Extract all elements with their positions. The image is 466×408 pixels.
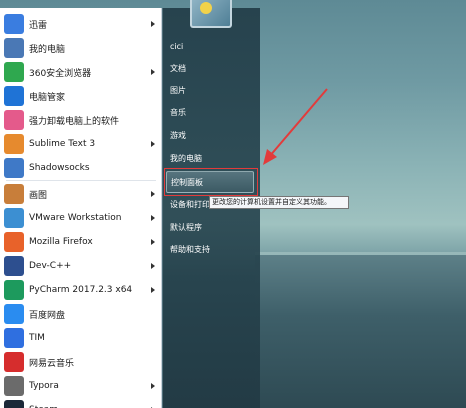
firefox-icon [4, 232, 24, 252]
program-item-pc-manager[interactable]: 电脑管家 [0, 84, 162, 108]
program-item-devcpp[interactable]: Dev-C++ [0, 254, 162, 278]
baidu-netdisk-icon [4, 304, 24, 324]
submenu-arrow-icon[interactable] [151, 21, 155, 27]
netease-music-icon [4, 352, 24, 372]
program-item-tim[interactable]: TIM [0, 326, 162, 350]
highlight-annotation-box [164, 168, 258, 196]
xunlei-icon [4, 14, 24, 34]
program-label: Mozilla Firefox [29, 237, 93, 247]
program-label: 百度网盘 [29, 310, 66, 321]
music-link[interactable]: 音乐 [170, 103, 254, 121]
program-item-baidu-netdisk[interactable]: 百度网盘 [0, 302, 162, 326]
devcpp-icon [4, 256, 24, 276]
computer-icon [4, 38, 24, 58]
games-link[interactable]: 游戏 [170, 126, 254, 144]
pictures-link[interactable]: 图片 [170, 81, 254, 99]
vmware-icon [4, 208, 24, 228]
submenu-arrow-icon[interactable] [151, 215, 155, 221]
submenu-arrow-icon[interactable] [151, 69, 155, 75]
submenu-arrow-icon[interactable] [151, 263, 155, 269]
documents-link[interactable]: 文档 [170, 59, 254, 77]
steam-icon [4, 400, 24, 408]
program-item-steam[interactable]: Steam [0, 398, 162, 408]
program-label: VMware Workstation [29, 213, 122, 223]
program-item-paint[interactable]: 画图 [0, 182, 162, 206]
program-label: Shadowsocks [29, 163, 90, 173]
submenu-arrow-icon[interactable] [151, 141, 155, 147]
default-programs-link[interactable]: 默认程序 [170, 218, 254, 236]
sublime-icon [4, 134, 24, 154]
program-item-sublime[interactable]: Sublime Text 3 [0, 132, 162, 156]
program-label: 迅雷 [29, 20, 48, 31]
user-picture[interactable] [190, 0, 232, 28]
pinned-divider [6, 180, 156, 181]
program-item-pycharm[interactable]: PyCharm 2017.2.3 x64 [0, 278, 162, 302]
program-item-vmware[interactable]: VMware Workstation [0, 206, 162, 230]
start-menu-programs-pane: 迅雷我的电脑 360安全浏览器 电脑管家强力卸载电脑上的软件 Sublime Text… [0, 8, 162, 408]
program-label: 画图 [29, 190, 48, 201]
program-label: TIM [29, 333, 45, 343]
program-item-computer[interactable]: 我的电脑 [0, 36, 162, 60]
program-item-uninstaller[interactable]: 强力卸载电脑上的软件 [0, 108, 162, 132]
program-label: 我的电脑 [29, 44, 66, 55]
program-item-shadowsocks[interactable]: Shadowsocks [0, 156, 162, 180]
pycharm-icon [4, 280, 24, 300]
computer-link[interactable]: 我的电脑 [170, 149, 254, 167]
uninstaller-icon [4, 110, 24, 130]
program-label: PyCharm 2017.2.3 x64 [29, 285, 133, 295]
tim-icon [4, 328, 24, 348]
program-item-netease-music[interactable]: 网易云音乐 [0, 350, 162, 374]
user-folder-link[interactable]: cici [170, 37, 254, 55]
program-item-xunlei[interactable]: 迅雷 [0, 12, 162, 36]
submenu-arrow-icon[interactable] [151, 191, 155, 197]
shadowsocks-icon [4, 158, 24, 178]
user-picture-sun-icon [200, 2, 212, 14]
program-label: 网易云音乐 [29, 358, 75, 369]
paint-icon [4, 184, 24, 204]
help-support-link[interactable]: 帮助和支持 [170, 240, 254, 258]
submenu-arrow-icon[interactable] [151, 287, 155, 293]
program-item-typora[interactable]: Typora [0, 374, 162, 398]
submenu-arrow-icon[interactable] [151, 239, 155, 245]
submenu-arrow-icon[interactable] [151, 383, 155, 389]
program-item-firefox[interactable]: Mozilla Firefox [0, 230, 162, 254]
sea [255, 255, 466, 408]
program-label: 强力卸载电脑上的软件 [29, 116, 120, 127]
program-label: Typora [29, 381, 59, 391]
program-label: Dev-C++ [29, 261, 72, 271]
program-item-360-browser[interactable]: 360安全浏览器 [0, 60, 162, 84]
pc-manager-icon [4, 86, 24, 106]
red-annotation-arrow [263, 88, 328, 165]
typora-icon [4, 376, 24, 396]
control-panel-tooltip: 更改您的计算机设置并自定义其功能。 [209, 196, 349, 209]
program-label: 电脑管家 [29, 92, 66, 103]
program-label: 360安全浏览器 [29, 68, 92, 79]
program-label: Sublime Text 3 [29, 139, 96, 149]
360-browser-icon [4, 62, 24, 82]
